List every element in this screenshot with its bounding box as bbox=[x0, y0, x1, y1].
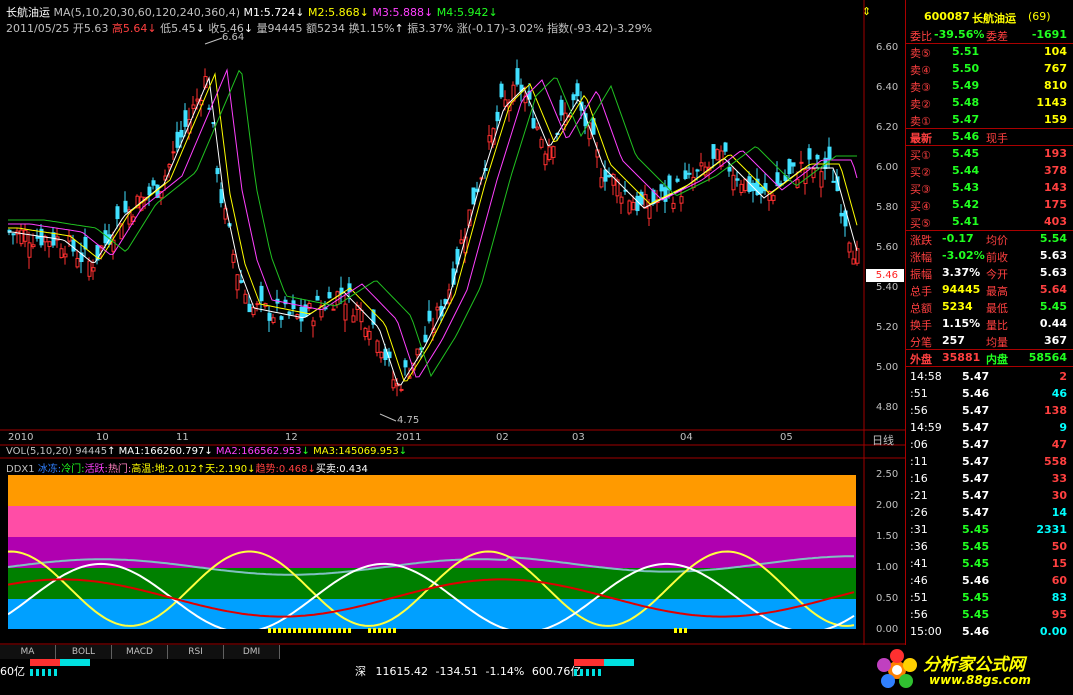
tab-ma[interactable]: MA bbox=[0, 645, 56, 659]
divider bbox=[906, 366, 1073, 367]
time-tick: 03 bbox=[572, 432, 585, 443]
bid-row: 买⑤ 5.41 403 bbox=[910, 215, 1067, 230]
stat-row: 振幅 3.37% 今开 5.63 bbox=[910, 266, 1067, 281]
tab-macd[interactable]: MACD bbox=[112, 645, 168, 659]
price-tick: 5.40 bbox=[876, 282, 899, 293]
bid-row: 买④ 5.42 175 bbox=[910, 198, 1067, 213]
quote-panel: 600087 长航油运 (69) 委比 -39.56% 委差 -1691 卖⑤ 5.51 1… bbox=[905, 0, 1073, 645]
price-tick: 5.60 bbox=[876, 242, 899, 253]
price-tick: 6.40 bbox=[876, 82, 899, 93]
time-tick: 2010 bbox=[8, 432, 34, 443]
tick-row: :16 5.47 33 bbox=[910, 472, 1067, 485]
tick-row: :36 5.45 50 bbox=[910, 540, 1067, 553]
outer-inner-row: 外盘 35881 内盘 58564 bbox=[910, 351, 1067, 366]
vol-header: VOL(5,10,20) 94445↑ MA1:166260.797↓ MA2:… bbox=[6, 446, 408, 457]
price-tick: 6.20 bbox=[876, 122, 899, 133]
ask-row: 卖① 5.47 159 bbox=[910, 113, 1067, 128]
tick-row: :56 5.45 95 bbox=[910, 608, 1067, 621]
tick-row: :21 5.47 30 bbox=[910, 489, 1067, 502]
tick-row: :26 5.47 14 bbox=[910, 506, 1067, 519]
stat-row: 总额 5234 最低 5.45 bbox=[910, 300, 1067, 315]
tick-row: 14:59 5.47 9 bbox=[910, 421, 1067, 434]
tick-row: :56 5.47 138 bbox=[910, 404, 1067, 417]
ddx-indicator-svg bbox=[8, 475, 856, 629]
time-tick: 02 bbox=[496, 432, 509, 443]
last-price-tag: 5.46 bbox=[866, 269, 904, 282]
bid-row: 买① 5.45 193 bbox=[910, 147, 1067, 162]
price-tick: 5.00 bbox=[876, 362, 899, 373]
ddx-tick: 1.50 bbox=[876, 531, 899, 542]
tick-row: :31 5.45 2331 bbox=[910, 523, 1067, 536]
time-tick: 10 bbox=[96, 432, 109, 443]
tick-row: 14:58 5.47 2 bbox=[910, 370, 1067, 383]
peak-label: 6.64 bbox=[222, 32, 245, 43]
trough-label: 4.75 bbox=[397, 415, 420, 426]
price-tick: 4.80 bbox=[876, 402, 899, 413]
tick-row: :11 5.47 558 bbox=[910, 455, 1067, 468]
price-tick: 5.20 bbox=[876, 322, 899, 333]
logo-text: 分析家公式网 bbox=[923, 655, 1025, 675]
stat-row: 分笔 257 均量 367 bbox=[910, 334, 1067, 349]
tick-row: 15:00 5.46 0.00 bbox=[910, 625, 1067, 638]
ticker-left: 60亿 bbox=[0, 665, 25, 678]
status-bar: MA BOLL MACD RSI DMI 60亿 深 11615.42 -134.51 … bbox=[0, 645, 1073, 695]
ask-row: 卖② 5.48 1143 bbox=[910, 96, 1067, 111]
stat-row: 涨跌 -0.17 均价 5.54 bbox=[910, 232, 1067, 247]
time-tick: 04 bbox=[680, 432, 693, 443]
logo-url: www.88gs.com bbox=[929, 673, 1031, 687]
ddx-tick: 2.00 bbox=[876, 500, 899, 511]
stat-row: 换手 1.15% 量比 0.44 bbox=[910, 317, 1067, 332]
ticker-left-bars bbox=[30, 659, 90, 676]
stat-row: 总手 94445 最高 5.64 bbox=[910, 283, 1067, 298]
ask-row: 卖③ 5.49 810 bbox=[910, 79, 1067, 94]
time-tick: 05 bbox=[780, 432, 793, 443]
ask-row: 卖④ 5.50 767 bbox=[910, 62, 1067, 77]
tab-dmi[interactable]: DMI bbox=[224, 645, 280, 659]
price-tick: 6.60 bbox=[876, 42, 899, 53]
time-tick: 12 bbox=[285, 432, 298, 443]
tick-row: :51 5.45 83 bbox=[910, 591, 1067, 604]
bid-row: 买② 5.44 378 bbox=[910, 164, 1067, 179]
signal-markers bbox=[268, 628, 687, 633]
price-tick: 5.80 bbox=[876, 202, 899, 213]
ticker-market: 深 11615.42 -134.51 -1.14% 600.76亿 bbox=[355, 665, 582, 678]
weibi-row: 委比 -39.56% 委差 -1691 bbox=[910, 28, 1067, 43]
ddx-tick: 1.00 bbox=[876, 562, 899, 573]
ddx-header: DDX1 冰冻:冷门:活跃:热门:高温:地:2.012↑天:2.190↓趋势:0… bbox=[6, 464, 368, 475]
bid-row: 买③ 5.43 143 bbox=[910, 181, 1067, 196]
ddx-tick: 0.50 bbox=[876, 593, 899, 604]
ddx-tick: 2.50 bbox=[876, 469, 899, 480]
ask-row: 卖⑤ 5.51 104 bbox=[910, 45, 1067, 60]
tab-boll[interactable]: BOLL bbox=[56, 645, 112, 659]
stat-row: 涨幅 -3.02% 前收 5.63 bbox=[910, 249, 1067, 264]
time-tick: 2011 bbox=[396, 432, 422, 443]
tick-row: :51 5.46 46 bbox=[910, 387, 1067, 400]
tick-row: :06 5.47 47 bbox=[910, 438, 1067, 451]
tab-rsi[interactable]: RSI bbox=[168, 645, 224, 659]
time-tick: 11 bbox=[176, 432, 189, 443]
site-logo: 分析家公式网 www.88gs.com bbox=[867, 647, 1067, 693]
latest-row: 最新 5.46 现手 bbox=[910, 130, 1008, 145]
ticker-market-bars bbox=[574, 659, 634, 676]
ddx-tick: 0.00 bbox=[876, 624, 899, 635]
period-label[interactable]: 日线 bbox=[872, 432, 894, 448]
tick-row: :41 5.45 15 bbox=[910, 557, 1067, 570]
chart-panel[interactable]: 长航油运 MA(5,10,20,30,60,120,240,360,4) M1:… bbox=[0, 0, 905, 645]
tick-row: :46 5.46 60 bbox=[910, 574, 1067, 587]
quote-title: 600087 长航油运 (69) bbox=[924, 10, 1051, 25]
bottom-tab-strip[interactable]: MA BOLL MACD RSI DMI bbox=[0, 645, 280, 659]
price-tick: 6.00 bbox=[876, 162, 899, 173]
flower-logo-icon bbox=[877, 649, 917, 688]
